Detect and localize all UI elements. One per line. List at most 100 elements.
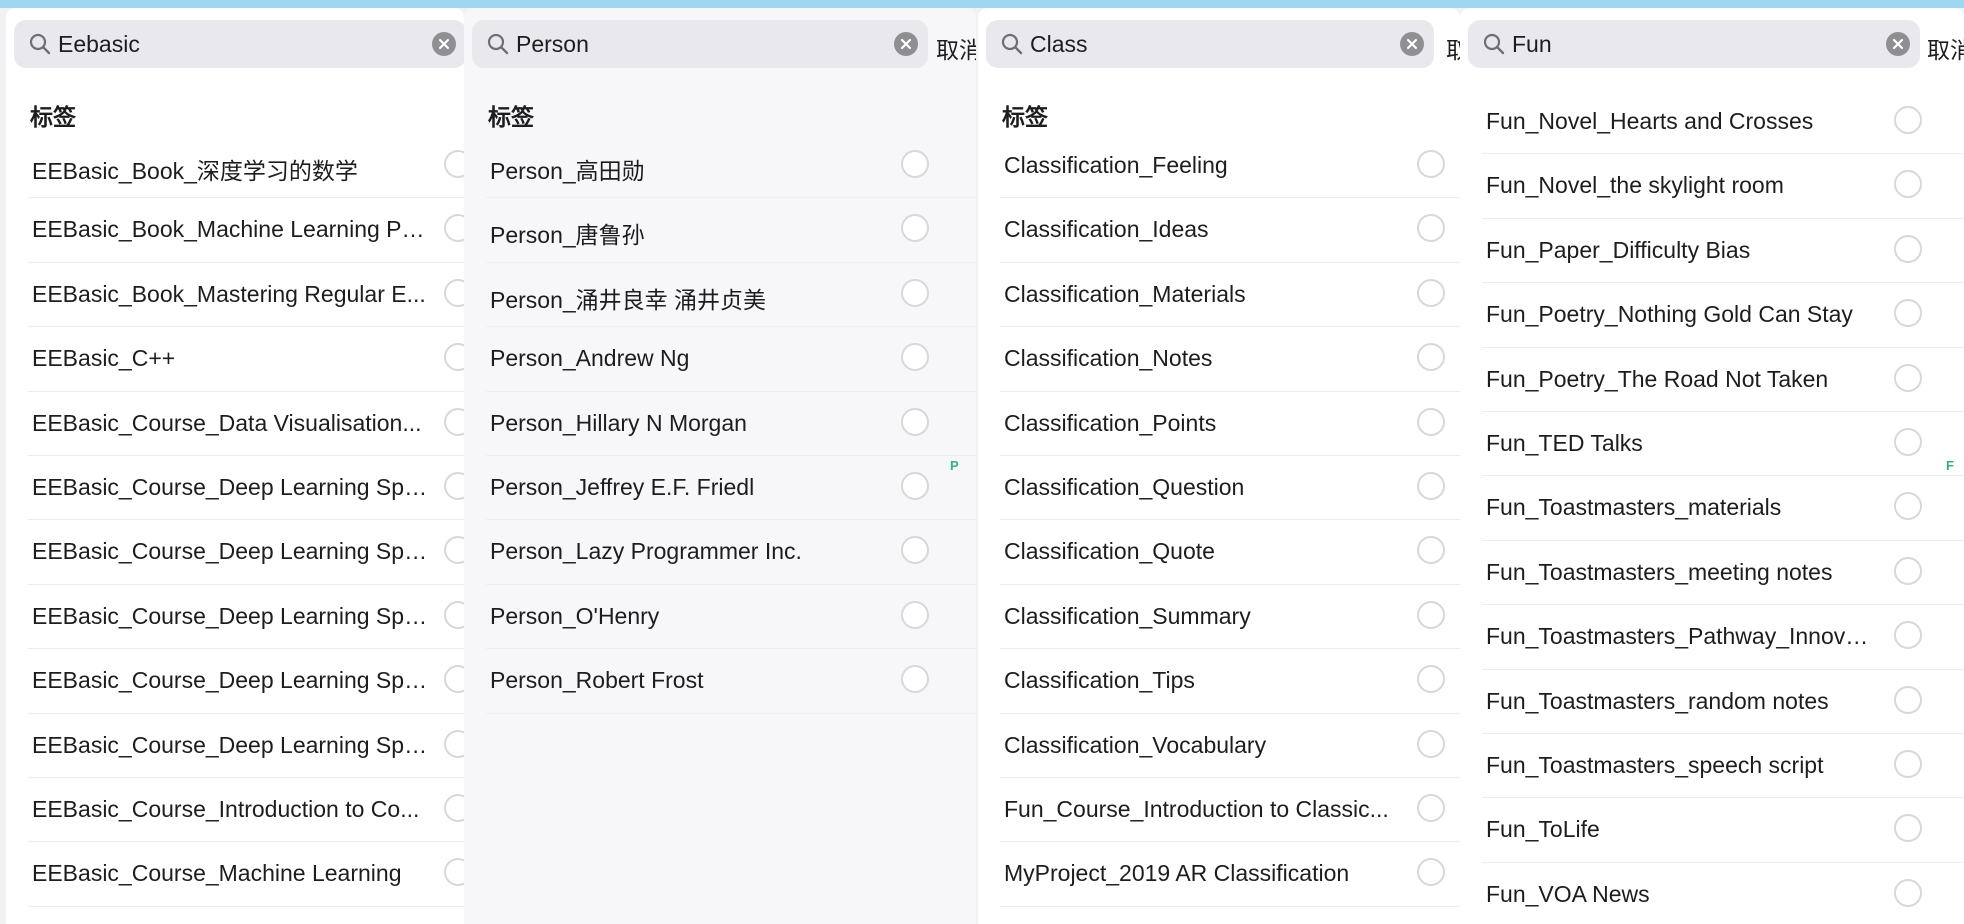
radio-circle-icon[interactable] bbox=[1894, 878, 1922, 907]
tag-list-item[interactable]: Fun_Toastmasters_materials bbox=[1460, 476, 1964, 541]
tag-list-item[interactable]: EEBasic_Book_Mastering Regular E... bbox=[6, 263, 464, 328]
radio-circle-icon[interactable] bbox=[1417, 214, 1445, 243]
radio-circle-icon[interactable] bbox=[444, 278, 464, 307]
radio-circle-icon[interactable] bbox=[1417, 729, 1445, 758]
search-input[interactable]: Eebasic bbox=[58, 31, 140, 58]
radio-circle-icon[interactable] bbox=[901, 407, 929, 436]
radio-circle-icon[interactable] bbox=[1894, 685, 1922, 714]
search-input[interactable]: Fun bbox=[1512, 31, 1552, 58]
radio-circle-icon[interactable] bbox=[1894, 170, 1922, 199]
radio-circle-icon[interactable] bbox=[1417, 471, 1445, 500]
tag-list-item[interactable]: Classification_Ideas bbox=[978, 198, 1460, 263]
radio-circle-icon[interactable] bbox=[901, 150, 929, 178]
tag-list-item[interactable]: EEBasic_Course_Deep Learning Spe... bbox=[6, 649, 464, 714]
clear-icon[interactable] bbox=[1400, 32, 1424, 56]
radio-circle-icon[interactable] bbox=[444, 471, 464, 500]
tag-list-item[interactable]: Classification_Tips bbox=[978, 649, 1460, 714]
tag-list-item[interactable]: Person_高田勋 bbox=[464, 134, 976, 199]
radio-circle-icon[interactable] bbox=[1894, 556, 1922, 585]
radio-circle-icon[interactable] bbox=[444, 150, 464, 178]
tag-list-item[interactable]: Classification_Summary bbox=[978, 585, 1460, 650]
radio-circle-icon[interactable] bbox=[1417, 665, 1445, 694]
tag-list-item[interactable]: Classification_Vocabulary bbox=[978, 714, 1460, 778]
tag-list-item[interactable]: Fun_Poetry_Nothing Gold Can Stay bbox=[1460, 283, 1964, 348]
tag-list-item[interactable]: Classification_Materials bbox=[978, 263, 1460, 328]
search-field[interactable]: Fun bbox=[1468, 20, 1920, 68]
clear-icon[interactable] bbox=[432, 32, 456, 56]
tag-list-item[interactable]: EEBasic_Book_深度学习的数学 bbox=[6, 134, 464, 199]
tag-list-item[interactable]: Classification_Notes bbox=[978, 327, 1460, 392]
tag-list-item[interactable]: EEBasic_Course_Introduction to Co... bbox=[6, 778, 464, 843]
tag-list-item[interactable]: Fun_Poetry_The Road Not Taken bbox=[1460, 348, 1964, 412]
tag-list-item[interactable]: Fun_Toastmasters_random notes bbox=[1460, 670, 1964, 734]
radio-circle-icon[interactable] bbox=[901, 665, 929, 694]
radio-circle-icon[interactable] bbox=[1894, 749, 1922, 778]
radio-circle-icon[interactable] bbox=[1894, 363, 1922, 392]
tag-list-item[interactable]: Person_Jeffrey E.F. Friedl bbox=[464, 456, 976, 521]
radio-circle-icon[interactable] bbox=[1417, 407, 1445, 436]
radio-circle-icon[interactable] bbox=[901, 278, 929, 307]
radio-circle-icon[interactable] bbox=[1894, 492, 1922, 521]
search-field[interactable]: Person bbox=[472, 20, 928, 68]
radio-circle-icon[interactable] bbox=[444, 600, 464, 629]
tag-list-item[interactable]: Classification_Points bbox=[978, 392, 1460, 456]
cancel-button[interactable]: 取消 bbox=[936, 31, 976, 65]
tag-list-item[interactable]: Fun_ToLife bbox=[1460, 798, 1964, 863]
radio-circle-icon[interactable] bbox=[901, 536, 929, 565]
clear-icon[interactable] bbox=[894, 32, 918, 56]
radio-circle-icon[interactable] bbox=[444, 407, 464, 436]
radio-circle-icon[interactable] bbox=[444, 793, 464, 822]
tag-list-item[interactable]: Fun_Toastmasters_meeting notes bbox=[1460, 541, 1964, 606]
radio-circle-icon[interactable] bbox=[1417, 343, 1445, 372]
tag-list-item[interactable]: Person_Andrew Ng bbox=[464, 327, 976, 392]
tag-list-item[interactable]: Fun_Toastmasters_speech script bbox=[1460, 734, 1964, 799]
radio-circle-icon[interactable] bbox=[1417, 600, 1445, 629]
tag-list-item[interactable]: Person_Lazy Programmer Inc. bbox=[464, 520, 976, 585]
tag-list-item[interactable]: Fun_TED Talks bbox=[1460, 412, 1964, 477]
tag-list-item[interactable]: Fun_Novel_Hearts and Crosses bbox=[1460, 90, 1964, 155]
radio-circle-icon[interactable] bbox=[444, 343, 464, 372]
tag-list-item[interactable]: Fun_Course_Introduction to Classic... bbox=[978, 778, 1460, 843]
radio-circle-icon[interactable] bbox=[444, 729, 464, 758]
radio-circle-icon[interactable] bbox=[444, 214, 464, 243]
radio-circle-icon[interactable] bbox=[1894, 427, 1922, 456]
tag-list-item[interactable]: Person_O'Henry bbox=[464, 585, 976, 650]
clear-icon[interactable] bbox=[1886, 32, 1910, 56]
radio-circle-icon[interactable] bbox=[1417, 278, 1445, 307]
tag-list-item[interactable]: Classification_Quote bbox=[978, 520, 1460, 585]
tag-list-item[interactable]: Person_唐鲁孙 bbox=[464, 198, 976, 263]
tag-list-item[interactable]: EEBasic_Course_Deep Learning Spe... bbox=[6, 456, 464, 521]
tag-list-item[interactable]: Fun_Novel_the skylight room bbox=[1460, 154, 1964, 219]
tag-list-item[interactable]: EEBasic_C++ bbox=[6, 327, 464, 392]
tag-list-item[interactable]: EEBasic_Course_Deep Learning Spe... bbox=[6, 520, 464, 585]
cancel-button[interactable]: 取 bbox=[1446, 31, 1460, 65]
search-input[interactable]: Class bbox=[1030, 31, 1088, 58]
radio-circle-icon[interactable] bbox=[1894, 814, 1922, 843]
radio-circle-icon[interactable] bbox=[1894, 621, 1922, 650]
tag-list-item[interactable]: MyProject_2019 AR Classification bbox=[978, 842, 1460, 907]
radio-circle-icon[interactable] bbox=[1417, 150, 1445, 178]
radio-circle-icon[interactable] bbox=[444, 858, 464, 887]
radio-circle-icon[interactable] bbox=[901, 214, 929, 243]
radio-circle-icon[interactable] bbox=[444, 536, 464, 565]
tag-list-item[interactable]: EEBasic_Course_Deep Learning Spe... bbox=[6, 585, 464, 650]
tag-list-item[interactable]: Person_涌井良幸 涌井贞美 bbox=[464, 263, 976, 328]
tag-list-item[interactable]: EEBasic_Book_Machine Learning Pa... bbox=[6, 198, 464, 263]
radio-circle-icon[interactable] bbox=[444, 665, 464, 694]
radio-circle-icon[interactable] bbox=[1894, 106, 1922, 134]
search-input[interactable]: Person bbox=[516, 31, 589, 58]
tag-list-item[interactable]: EEBasic_Course_Deep Learning Spe... bbox=[6, 714, 464, 778]
radio-circle-icon[interactable] bbox=[901, 343, 929, 372]
tag-list-item[interactable]: Person_Robert Frost bbox=[464, 649, 976, 714]
cancel-button[interactable]: 取消 bbox=[1927, 31, 1964, 65]
radio-circle-icon[interactable] bbox=[901, 600, 929, 629]
tag-list-item[interactable]: Fun_Toastmasters_Pathway_Innovat... bbox=[1460, 605, 1964, 670]
tag-list-item[interactable]: Fun_Paper_Difficulty Bias bbox=[1460, 219, 1964, 284]
tag-list-item[interactable]: Person_Hillary N Morgan bbox=[464, 392, 976, 456]
radio-circle-icon[interactable] bbox=[1894, 234, 1922, 263]
tag-list-item[interactable]: EEBasic_Course_Data Visualisation... bbox=[6, 392, 464, 456]
tag-list-item[interactable]: Classification_Question bbox=[978, 456, 1460, 521]
radio-circle-icon[interactable] bbox=[1417, 536, 1445, 565]
search-field[interactable]: Eebasic bbox=[14, 20, 464, 68]
tag-list-item[interactable]: EEBasic_Course_Machine Learning bbox=[6, 842, 464, 907]
